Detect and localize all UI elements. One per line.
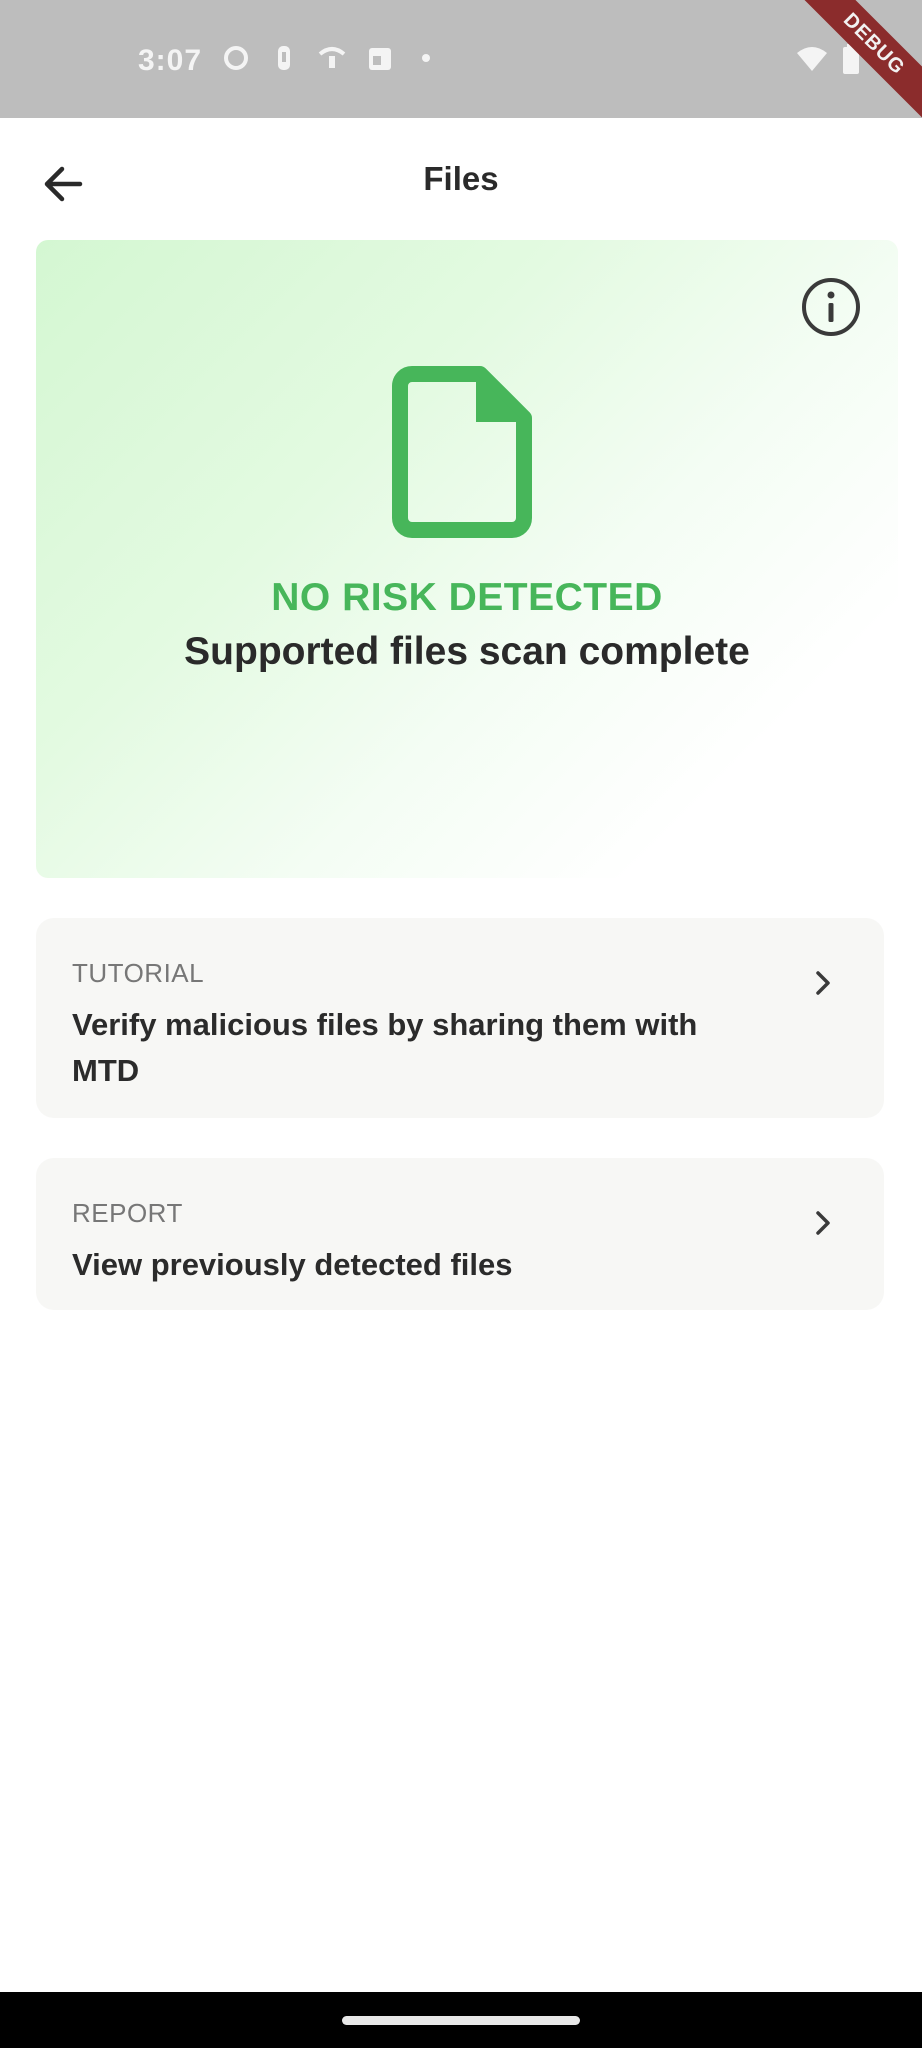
scan-status-card: NO RISK DETECTED Supported files scan co… [36, 240, 898, 878]
notification-dot [422, 54, 430, 62]
scan-result-heading: NO RISK DETECTED [271, 576, 663, 619]
scan-result-subheading: Supported files scan complete [184, 630, 750, 673]
calendar-icon [366, 44, 394, 72]
status-icons-right [796, 44, 860, 74]
chevron-right-icon [816, 971, 830, 995]
cast-icon [318, 44, 346, 72]
home-indicator[interactable] [342, 2016, 580, 2025]
info-icon [802, 278, 860, 336]
sync-icon [222, 44, 250, 72]
status-bar: 3:07 DEBUG [0, 0, 922, 118]
navigation-bar [0, 1992, 922, 2048]
card-title: Verify malicious files by sharing them w… [72, 1007, 698, 1088]
info-button[interactable] [800, 276, 862, 338]
card-kicker: TUTORIAL [72, 958, 205, 988]
report-card[interactable]: REPORT View previously detected files [36, 1158, 884, 1310]
file-icon [392, 366, 532, 538]
tutorial-card[interactable]: TUTORIAL Verify malicious files by shari… [36, 918, 884, 1118]
alert-icon [270, 44, 298, 72]
app-bar: Files [0, 118, 922, 240]
status-icons-left [222, 44, 430, 72]
page-title: Files [423, 160, 499, 197]
card-title: View previously detected files [72, 1247, 513, 1282]
chevron-right-icon [816, 1211, 830, 1235]
card-kicker: REPORT [72, 1198, 183, 1228]
status-time: 3:07 [138, 44, 203, 77]
wifi-icon [796, 45, 828, 73]
